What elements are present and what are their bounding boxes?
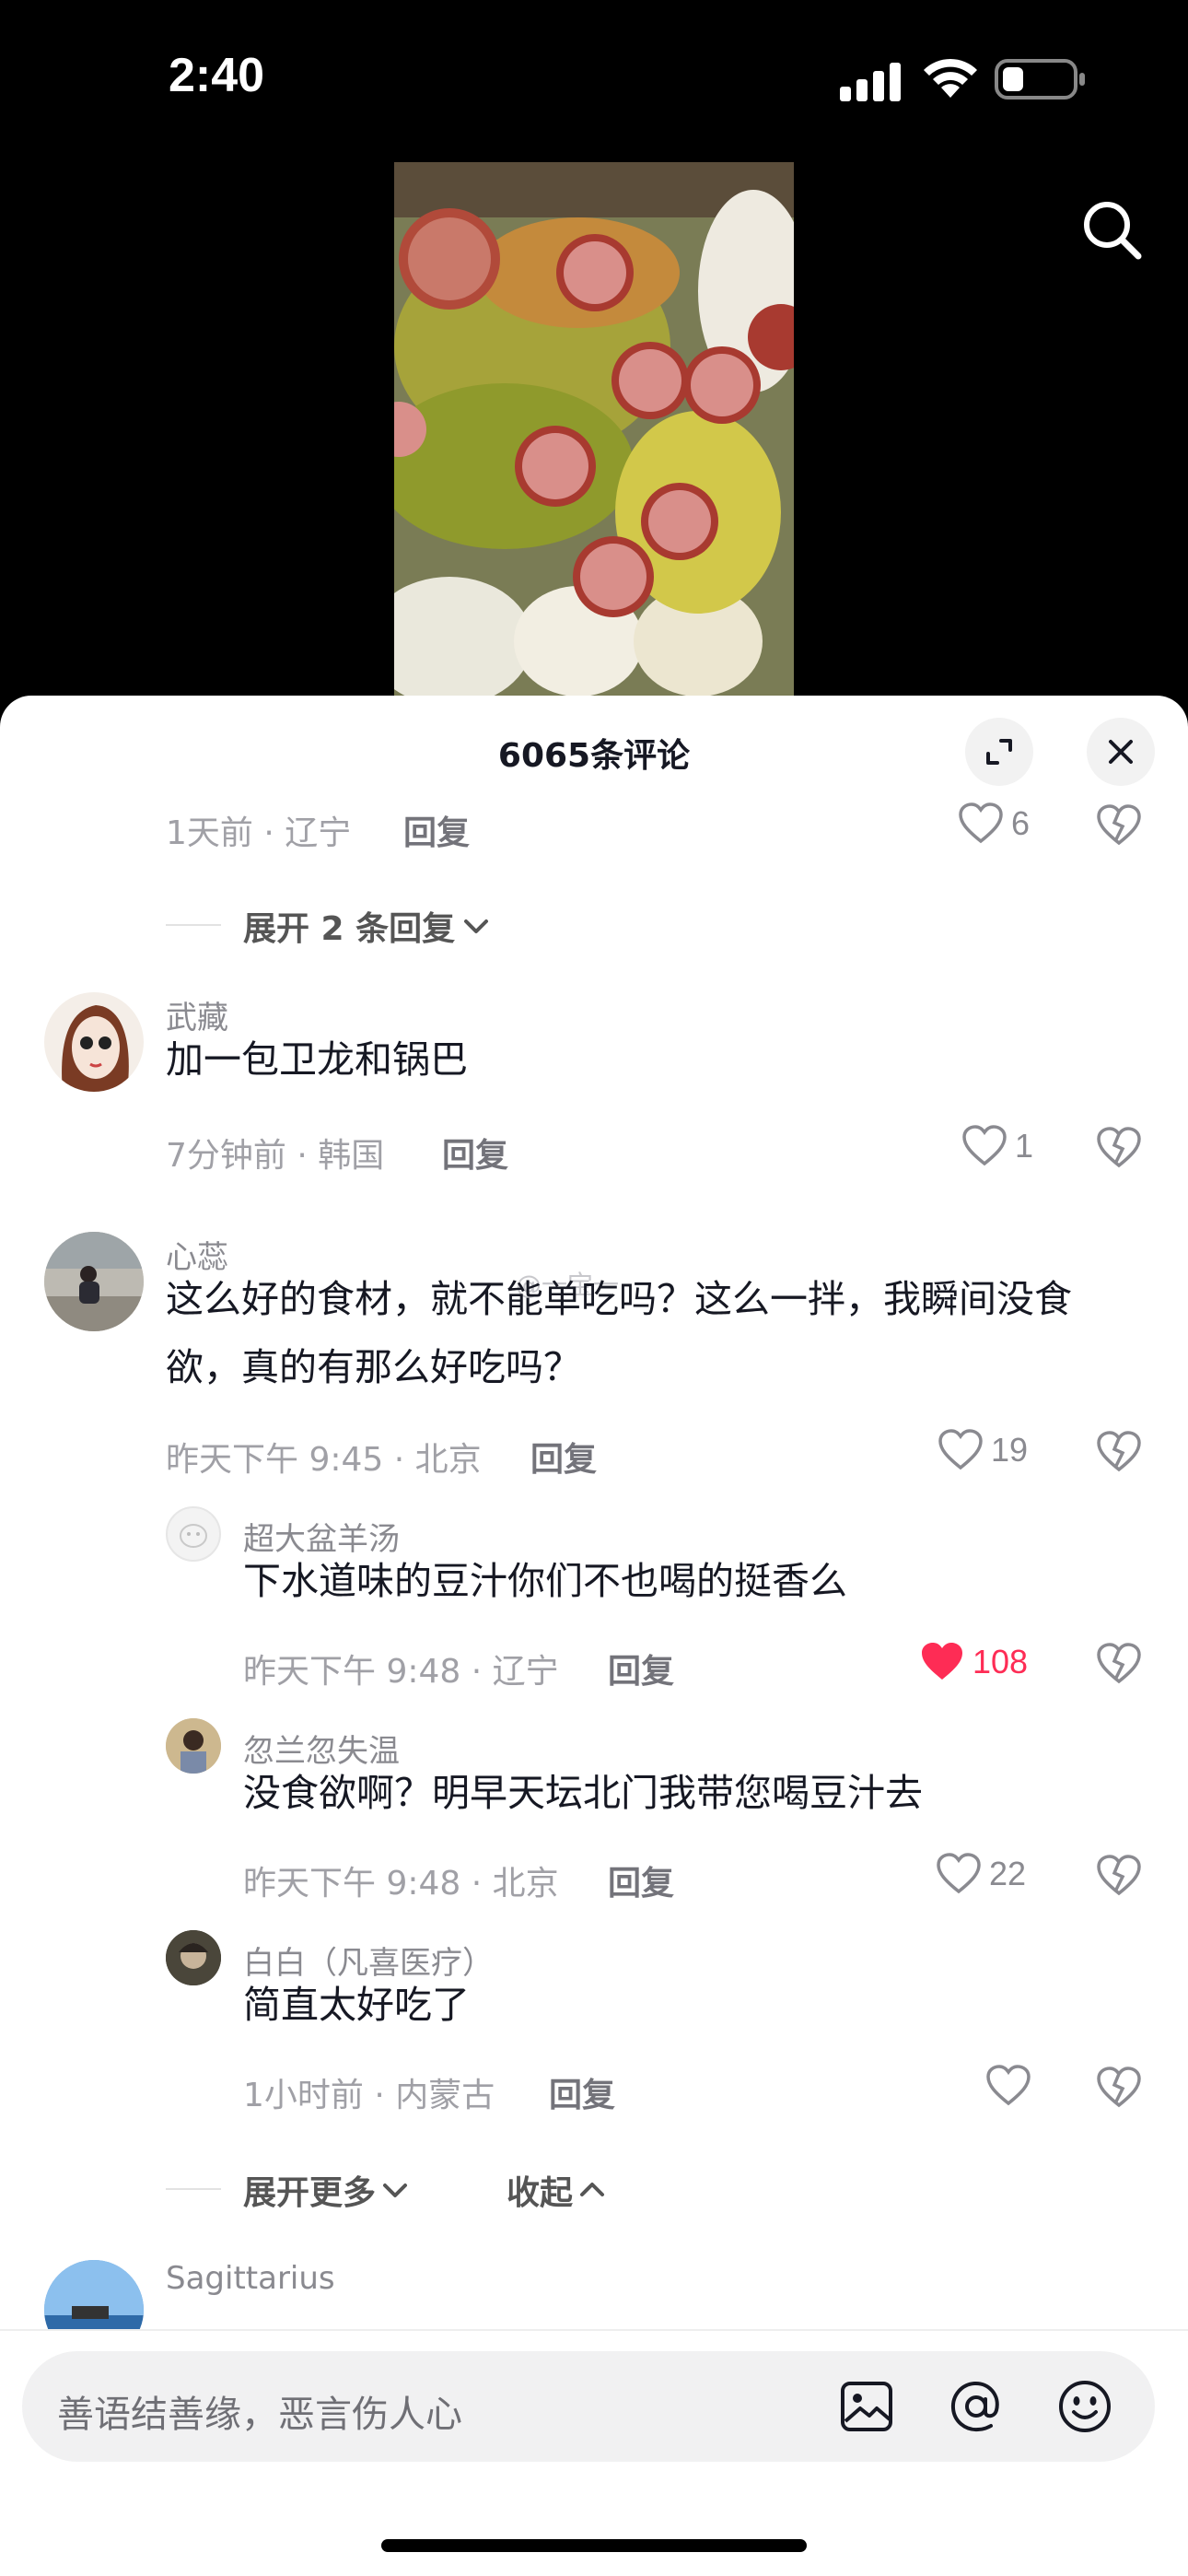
sheet-header: 6065条评论 [0, 696, 1188, 806]
avatar-illustration [62, 1005, 129, 1092]
avatar[interactable] [44, 992, 144, 1092]
heart-icon [937, 1853, 981, 1894]
heart-icon [959, 802, 1003, 844]
dislike-icon[interactable] [1096, 1855, 1142, 1897]
avatar-photo [44, 1232, 144, 1331]
like-count: 1 [1015, 1127, 1034, 1165]
heart-icon [962, 1125, 1007, 1166]
like-button[interactable]: 22 [936, 1853, 1026, 1895]
dislike-icon[interactable] [1096, 1643, 1142, 1685]
reply-text: 下水道味的豆汁你们不也喝的挺香么 [243, 1559, 847, 1603]
divider [166, 2188, 221, 2190]
mention-icon[interactable] [949, 2379, 1004, 2434]
avatar-illustration [166, 1718, 221, 1774]
dislike-icon[interactable] [1096, 1127, 1142, 1169]
comment-meta: 昨天下午 9:45 · 北京 [166, 1441, 482, 1479]
food-image [394, 162, 794, 697]
status-bar: 2:40 [0, 0, 1188, 161]
reply-meta: 昨天下午 9:48 · 辽宁 [243, 1653, 559, 1691]
reply-text: 简直太好吃了 [243, 1983, 470, 2027]
expand-more-label: 展开更多 [243, 2174, 377, 2212]
collapse-button[interactable]: 收起 [507, 2166, 608, 2214]
like-count: 6 [1011, 804, 1031, 842]
expand-more-button[interactable]: 展开更多 [243, 2166, 411, 2214]
comment-text-line2: 欲，真的有那么好吃吗？ [166, 1345, 581, 1389]
like-button[interactable]: 6 [958, 802, 1030, 845]
comment-input-placeholder: 善语结善缘，恶言伤人心 [57, 2394, 462, 2436]
reply-text: 没食欲啊？明早天坛北门我带您喝豆汁去 [243, 1771, 923, 1815]
collapse-label: 收起 [507, 2174, 574, 2212]
expand-replies-button[interactable]: 展开 2 条回复 [243, 902, 492, 950]
dislike-icon[interactable] [1096, 1431, 1142, 1473]
like-count: 108 [973, 1643, 1029, 1680]
expand-icon [986, 739, 1012, 765]
like-button[interactable]: 19 [938, 1429, 1028, 1471]
chevron-up-icon [580, 2183, 605, 2196]
reply-button[interactable]: 回复 [403, 806, 470, 854]
search-icon[interactable] [1076, 193, 1149, 267]
comment-meta: 1天前 · 辽宁 [166, 814, 352, 852]
comment-text: 加一包卫龙和锅巴 [166, 1037, 468, 1082]
image-icon[interactable] [840, 2381, 893, 2432]
cellular-signal-icon [840, 63, 901, 101]
avatar[interactable] [166, 1930, 221, 1985]
battery-icon [995, 59, 1085, 100]
status-time: 2:40 [169, 49, 265, 102]
avatar[interactable] [166, 1718, 221, 1774]
comment-text-line1: 这么好的食材，就不能单吃吗？这么一拌，我瞬间没食 [166, 1277, 1072, 1321]
avatar-illustration [180, 1524, 207, 1548]
like-button[interactable]: 1 [961, 1125, 1033, 1167]
wifi-icon [924, 58, 977, 98]
comment-input[interactable]: 善语结善缘，恶言伤人心 [22, 2351, 1155, 2462]
like-count: 19 [991, 1431, 1029, 1469]
chevron-down-icon [464, 919, 489, 933]
reply-button[interactable]: 回复 [442, 1129, 508, 1177]
divider [166, 924, 221, 926]
comment-username[interactable]: Sagittarius [166, 2260, 335, 2297]
emoji-icon[interactable] [1057, 2379, 1112, 2434]
like-count: 22 [989, 1855, 1027, 1892]
chevron-down-icon [383, 2184, 408, 2197]
reply-meta: 1小时前 · 内蒙古 [243, 2077, 495, 2114]
reply-button[interactable]: 回复 [549, 2068, 615, 2116]
home-indicator [381, 2539, 807, 2552]
reply-button[interactable]: 回复 [608, 1856, 674, 1904]
close-icon [1109, 740, 1133, 764]
reply-button[interactable]: 回复 [530, 1433, 597, 1481]
like-button[interactable] [985, 2065, 1039, 2107]
avatar[interactable] [44, 1232, 144, 1331]
dislike-icon[interactable] [1096, 804, 1142, 847]
like-button-active[interactable]: 108 [919, 1641, 1028, 1683]
avatar[interactable] [166, 1506, 221, 1562]
divider [0, 2329, 1188, 2331]
heart-icon [986, 2065, 1031, 2106]
heart-filled-icon [922, 1643, 962, 1680]
avatar-photo [166, 1930, 221, 1985]
comment-sheet: 6065条评论 1天前 · 辽宁 回复 6 展开 2 条回复 武藏 加一包卫龙和… [0, 696, 1188, 2576]
reply-meta: 昨天下午 9:48 · 北京 [243, 1865, 559, 1903]
fullscreen-button[interactable] [965, 718, 1033, 786]
comment-meta: 7分钟前 · 韩国 [166, 1137, 385, 1175]
dislike-icon[interactable] [1096, 2067, 1142, 2109]
close-button[interactable] [1087, 718, 1155, 786]
reply-button[interactable]: 回复 [608, 1645, 674, 1692]
expand-label: 展开 2 条回复 [243, 910, 456, 948]
video-thumbnail[interactable] [394, 162, 794, 697]
heart-icon [938, 1429, 983, 1470]
